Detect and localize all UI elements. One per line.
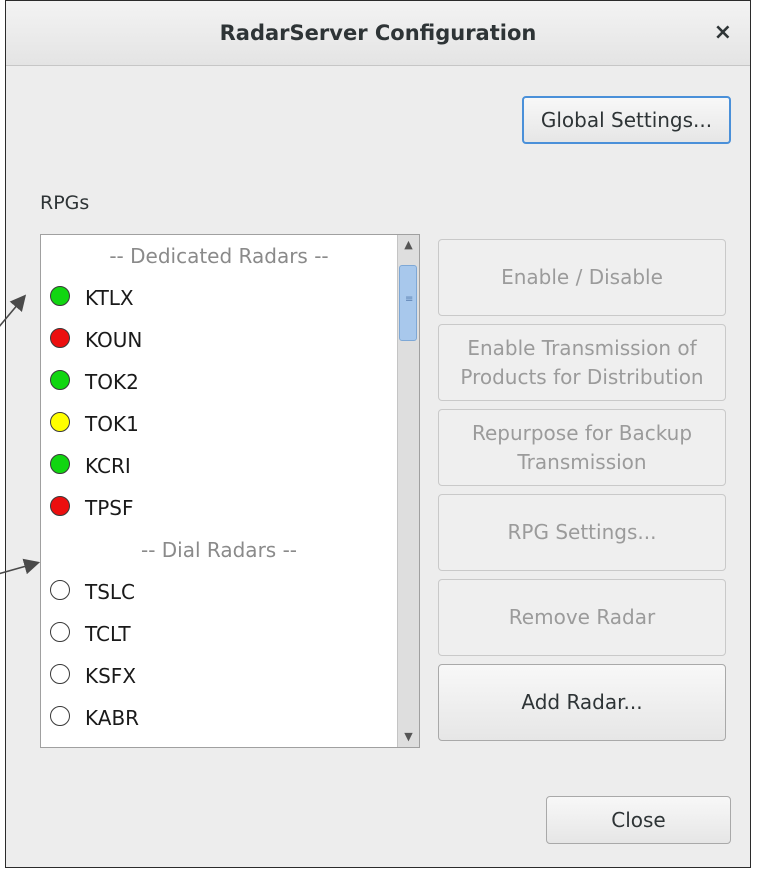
callout-arrows — [0, 294, 41, 575]
callout-arrow-dial-header — [0, 558, 41, 575]
callout-arrow-status-icon — [0, 294, 27, 327]
